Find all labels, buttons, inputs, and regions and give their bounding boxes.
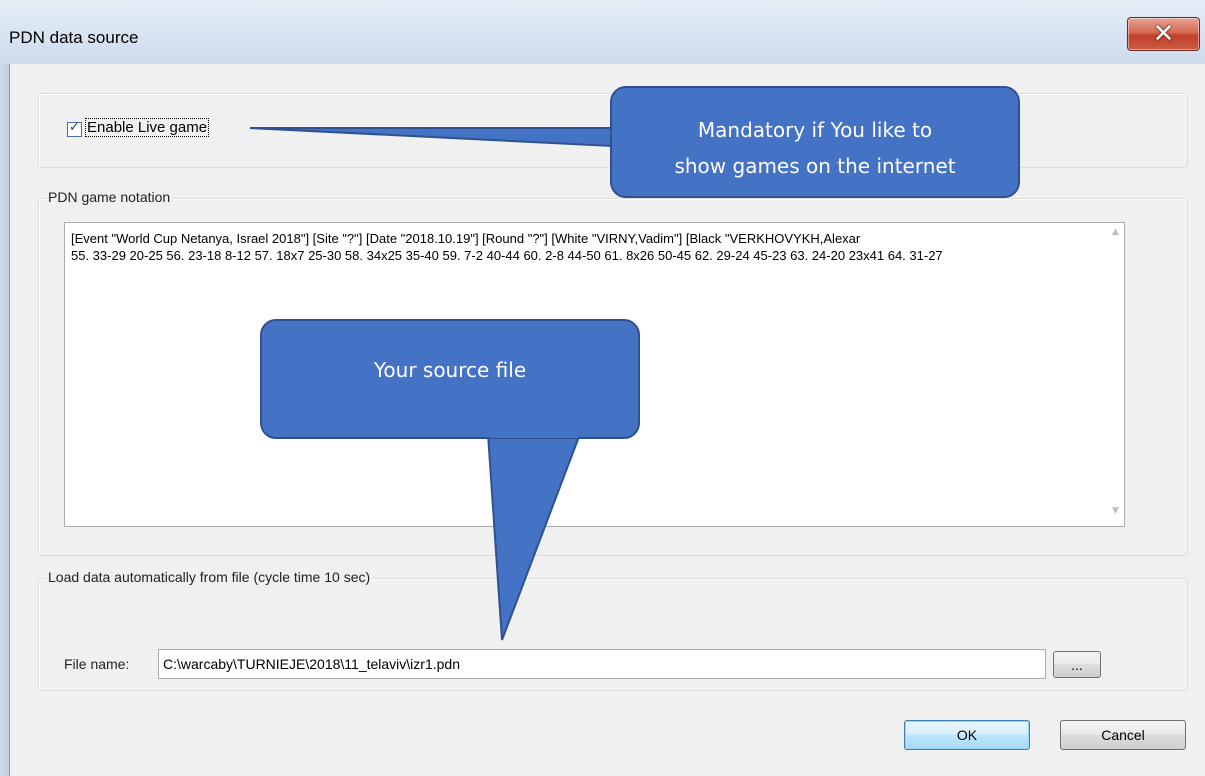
title-bar[interactable]: PDN data source ✕: [0, 0, 1205, 64]
cancel-button[interactable]: Cancel: [1060, 720, 1186, 750]
close-icon: ✕: [1152, 19, 1175, 49]
vertical-scrollbar[interactable]: ▲ ▼: [1107, 223, 1124, 526]
enable-live-game-label[interactable]: Enable Live game: [84, 118, 210, 137]
checkmark-icon: ✓: [69, 120, 80, 135]
window-frame: [0, 64, 9, 776]
source-file-callout: Your source file: [260, 319, 640, 439]
scroll-down-arrow-icon[interactable]: ▼: [1107, 506, 1124, 516]
pdn-notation-line: 55. 33-29 20-25 56. 23-18 8-12 57. 18x7 …: [71, 248, 943, 263]
window-title: PDN data source: [9, 28, 139, 47]
ok-button-label: OK: [956, 727, 978, 743]
file-name-label: File name:: [64, 656, 130, 672]
browse-button-label: ...: [1071, 656, 1083, 673]
file-load-group-label: Load data automatically from file (cycle…: [45, 569, 374, 585]
live-game-callout: Mandatory if You like to show games on t…: [610, 86, 1020, 198]
pdn-notation-group-label: PDN game notation: [45, 189, 174, 205]
file-name-input[interactable]: [158, 649, 1046, 679]
scroll-up-arrow-icon[interactable]: ▲: [1107, 227, 1124, 237]
close-button[interactable]: ✕: [1127, 17, 1200, 51]
file-callout-text: Your source file: [373, 358, 527, 382]
live-callout-line-2: show games on the internet: [674, 154, 956, 178]
callout-tail-seam: [490, 430, 578, 438]
browse-button[interactable]: ...: [1053, 651, 1101, 678]
cancel-button-label: Cancel: [1101, 727, 1145, 743]
ok-button[interactable]: OK: [904, 720, 1030, 750]
live-callout-line-1: Mandatory if You like to: [697, 118, 933, 142]
enable-live-game-checkbox[interactable]: ✓: [67, 120, 82, 137]
pdn-notation-line: [Event "World Cup Netanya, Israel 2018"]…: [71, 231, 861, 246]
dialog-window: PDN data source ✕ ✓ Enable Live game PDN…: [0, 0, 1205, 776]
